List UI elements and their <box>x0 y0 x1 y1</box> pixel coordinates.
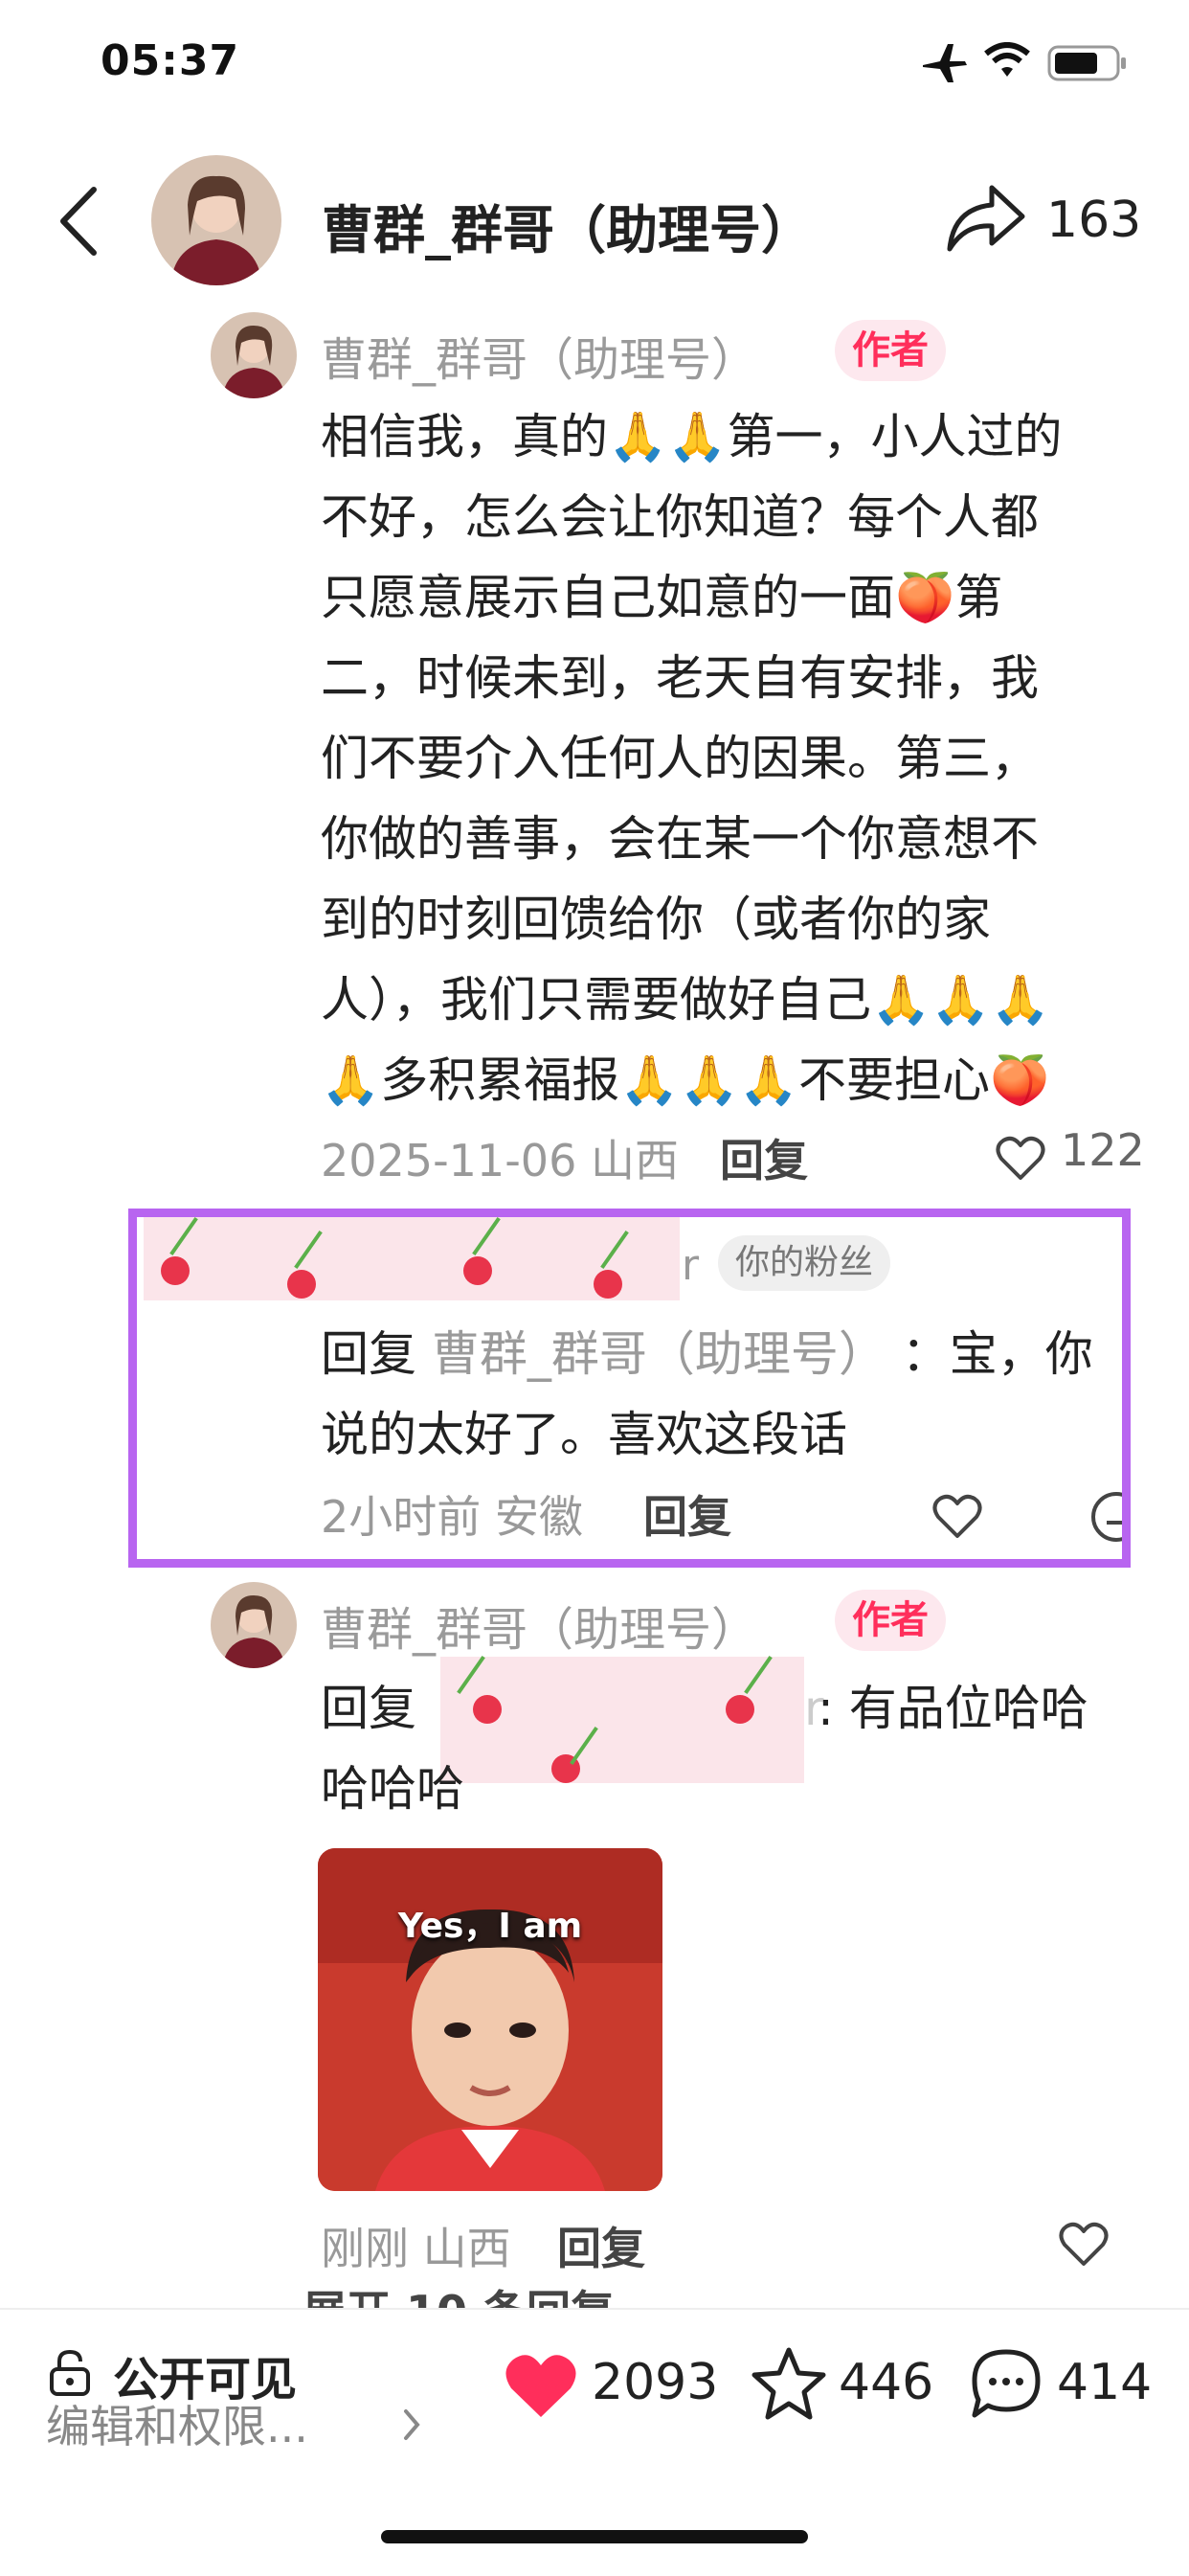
comment-avatar[interactable] <box>211 1582 297 1668</box>
highlight-frame <box>128 1209 1131 1568</box>
edit-permissions-link[interactable]: 编辑和权限... <box>46 2392 308 2455</box>
comment-line: 二，时候未到，老天自有安排，我 <box>321 650 1039 706</box>
reply-prefix: 回复 <box>321 1681 416 1736</box>
comment-line: 🙏多积累福报🙏🙏🙏不要担心🍑 <box>321 1052 1050 1108</box>
wifi-icon <box>984 42 1030 77</box>
author-badge: 作者 <box>835 1590 946 1651</box>
back-arrow-icon[interactable] <box>54 184 101 259</box>
star-count: 446 <box>839 2354 934 2411</box>
reply-text: : 有品位哈哈 <box>818 1681 1088 1736</box>
reply-button[interactable]: 回复 <box>720 1126 808 1189</box>
comment-body: 相信我，真的🙏🙏第一，小人过的 不好，怎么会让你知道？每个人都 只愿意展示自己如… <box>321 396 1154 1120</box>
comment-icon[interactable] <box>969 2346 1043 2421</box>
home-indicator <box>381 2530 808 2543</box>
status-time: 05:37 <box>101 36 240 85</box>
expand-replies-label: 展开 10 条回复 <box>303 2277 615 2308</box>
comment-line: 到的时刻回馈给你（或者你的家 <box>321 892 991 947</box>
heart-icon[interactable] <box>1059 2222 1109 2268</box>
expand-replies-button[interactable]: 展开 10 条回复 <box>303 2271 615 2308</box>
share-icon[interactable] <box>944 182 1026 255</box>
reply-button[interactable]: 回复 <box>557 2214 645 2277</box>
author-avatar[interactable] <box>151 155 281 285</box>
comment-meta: 2025-11-06 山西 <box>321 1135 679 1186</box>
like-count: 122 <box>1061 1124 1145 1176</box>
sticker-caption: Yes，I am <box>397 1907 583 1946</box>
star-icon[interactable] <box>751 2346 827 2421</box>
battery-icon <box>1047 45 1126 81</box>
reply-text-line2: 哈哈哈 <box>321 1761 464 1817</box>
comment-avatar[interactable] <box>211 312 297 398</box>
comment-line: 你做的善事，会在某一个你意想不 <box>321 811 1039 867</box>
comment-line: 不好，怎么会让你知道？每个人都 <box>321 489 1039 545</box>
comment-line: 相信我，真的🙏🙏第一，小人过的 <box>321 409 1063 464</box>
comment-meta: 刚刚 山西 <box>321 2223 511 2274</box>
comment-username[interactable]: 曹群_群哥（助理号） <box>321 1592 757 1659</box>
heart-icon[interactable] <box>996 1136 1045 1182</box>
share-count: 163 <box>1046 192 1142 249</box>
comment-line: 只愿意展示自己如意的一面🍑第 <box>321 570 1003 625</box>
page-title: 曹群_群哥（助理号） <box>322 200 813 260</box>
comment-count: 414 <box>1057 2354 1153 2411</box>
sticker-image[interactable]: Yes，I am <box>318 1848 662 2191</box>
airplane-icon <box>923 44 967 82</box>
comment-line: 人），我们只需要做好自己🙏🙏🙏 <box>321 972 1050 1028</box>
comment-line: 们不要介入任何人的因果。第三， <box>321 731 1039 786</box>
privacy-mask <box>440 1656 804 1783</box>
heart-icon[interactable] <box>504 2352 578 2421</box>
chevron-right-icon[interactable] <box>400 2406 423 2444</box>
author-badge: 作者 <box>835 320 946 381</box>
lock-icon <box>50 2349 90 2396</box>
comment-username[interactable]: 曹群_群哥（助理号） <box>321 322 757 389</box>
like-count: 2093 <box>592 2354 719 2411</box>
